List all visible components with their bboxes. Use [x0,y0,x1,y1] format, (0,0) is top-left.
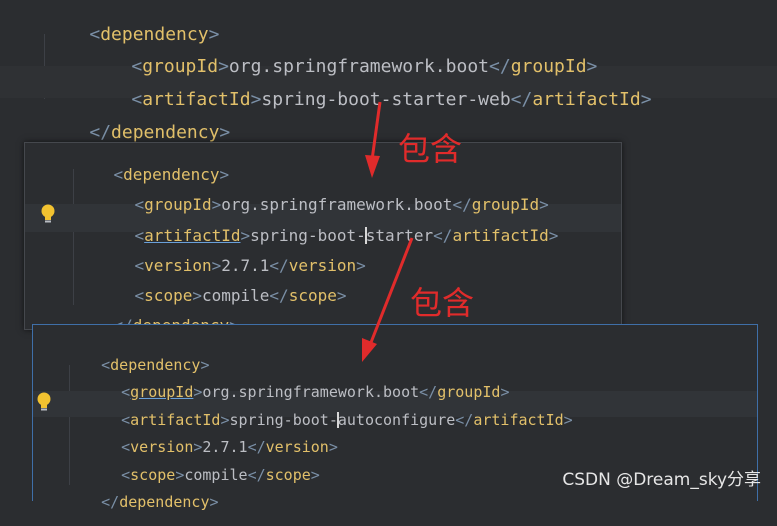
code-line[interactable]: </dependency> [65,480,218,525]
xml-text: autoconfigure [337,411,456,429]
annotation-label: 包含 [398,130,463,168]
xml-tag: dependency [119,493,210,511]
xml-tag: artifactId [532,89,641,110]
lightbulb-icon[interactable] [35,391,53,413]
editor-pane-middle: <dependency> <groupId>org.springframewor… [24,142,622,334]
indent-guide [73,169,74,305]
lightbulb-icon[interactable] [39,203,57,225]
xml-text: spring-boot-starter-web [261,89,511,110]
xml-tag: dependency [111,122,220,143]
xml-text: starter [365,226,434,245]
xml-tag: scope [288,286,337,305]
xml-tag: artifactId [473,411,564,429]
annotation-label: 包含 [410,284,475,322]
xml-tag: artifactId [452,226,549,245]
editor-pane-top: <dependency> <groupId>org.springframewor… [0,0,777,143]
watermark: CSDN @Dream_sky分享 [562,470,761,490]
xml-tag: scope [265,466,311,484]
